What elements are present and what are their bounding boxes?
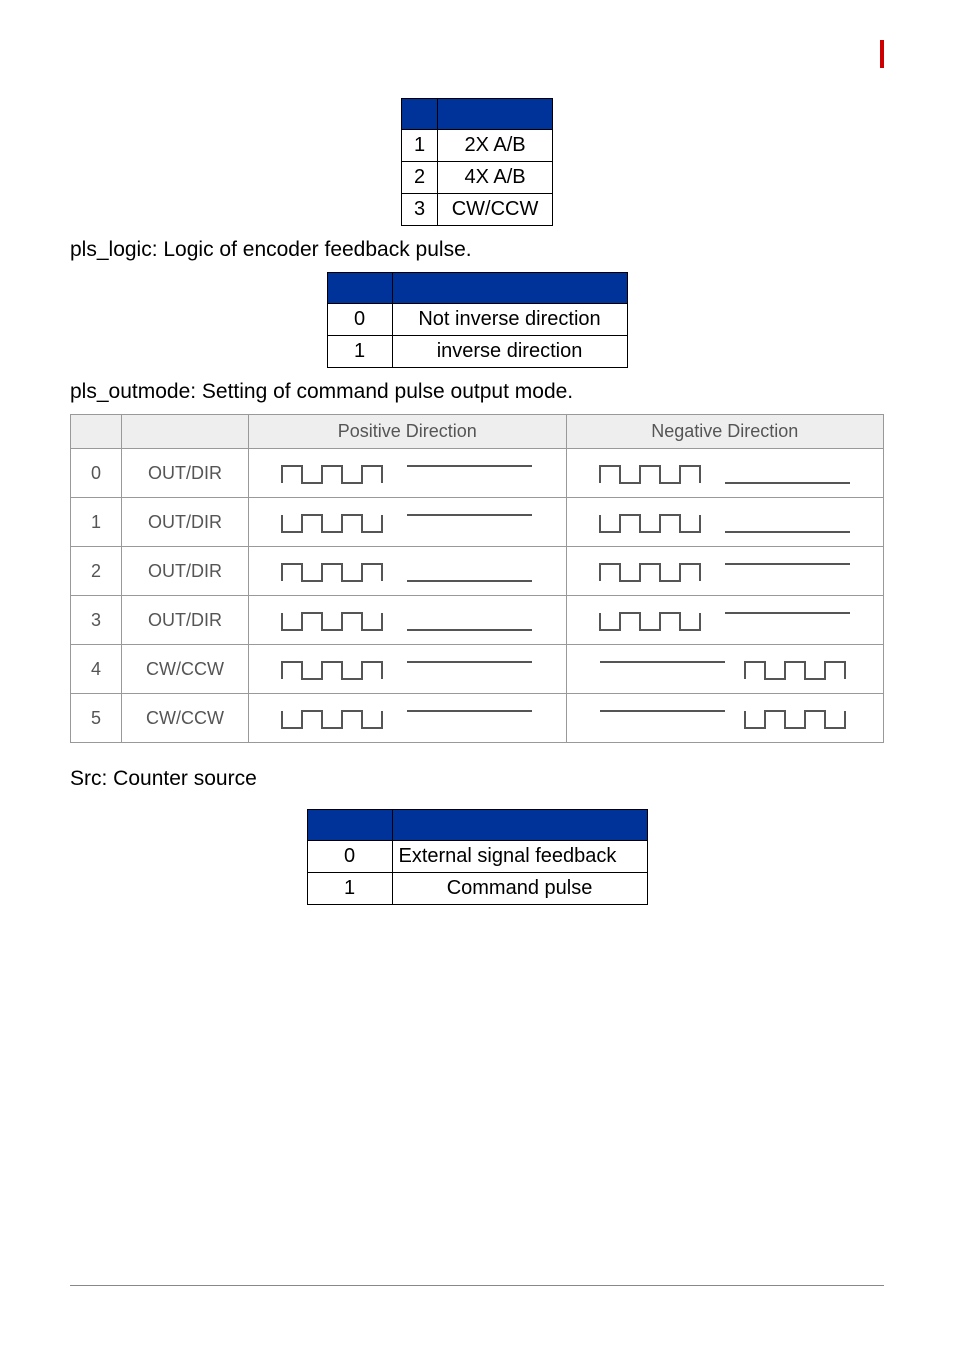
outmode-pos-wave (249, 645, 567, 694)
caption-src: Src: Counter source (70, 767, 884, 791)
cell-val: 1 (401, 130, 437, 162)
cell-val: 3 (401, 194, 437, 226)
table-row: 5 CW/CCW (71, 694, 884, 743)
outmode-mode: OUT/DIR (122, 547, 249, 596)
cell-desc: Command pulse (392, 873, 647, 905)
cell-val: 1 (327, 336, 392, 368)
cell-val: 0 (307, 841, 392, 873)
cell-desc: inverse direction (392, 336, 627, 368)
outmode-idx: 2 (71, 547, 122, 596)
outmode-neg-wave (566, 645, 884, 694)
table-row: 4 CW/CCW (71, 645, 884, 694)
table-row: 2 4X A/B (401, 162, 552, 194)
table-row: 1 inverse direction (327, 336, 627, 368)
outmode-idx: 5 (71, 694, 122, 743)
cell-desc: External signal feedback (392, 841, 647, 873)
cell-val: 1 (307, 873, 392, 905)
table-logic: 0 Not inverse direction 1 inverse direct… (327, 272, 628, 368)
outmode-neg-wave (566, 498, 884, 547)
outmode-pos-wave (249, 596, 567, 645)
header-accent (70, 40, 884, 68)
red-accent-bar (880, 40, 884, 68)
outmode-header-pos: Positive Direction (249, 415, 567, 449)
outmode-pos-wave (249, 498, 567, 547)
table-row: 1 OUT/DIR (71, 498, 884, 547)
outmode-neg-wave (566, 449, 884, 498)
outmode-header-blank2 (122, 415, 249, 449)
outmode-idx: 0 (71, 449, 122, 498)
outmode-pos-wave (249, 547, 567, 596)
table-row: 1 2X A/B (401, 130, 552, 162)
outmode-mode: OUT/DIR (122, 498, 249, 547)
outmode-idx: 4 (71, 645, 122, 694)
outmode-mode: CW/CCW (122, 645, 249, 694)
table-row: 0 OUT/DIR (71, 449, 884, 498)
outmode-mode: OUT/DIR (122, 449, 249, 498)
outmode-idx: 1 (71, 498, 122, 547)
table-row: 0 External signal feedback (307, 841, 647, 873)
table-src: 0 External signal feedback 1 Command pul… (307, 809, 648, 905)
outmode-pos-wave (249, 694, 567, 743)
outmode-neg-wave (566, 694, 884, 743)
table-inmode-partial: 1 2X A/B 2 4X A/B 3 CW/CCW (401, 98, 553, 226)
table-row: 3 OUT/DIR (71, 596, 884, 645)
footer-divider (70, 1285, 884, 1286)
outmode-neg-wave (566, 596, 884, 645)
outmode-neg-wave (566, 547, 884, 596)
outmode-header-neg: Negative Direction (566, 415, 884, 449)
cell-val: 0 (327, 304, 392, 336)
cell-desc: CW/CCW (438, 194, 553, 226)
table-row: 2 OUT/DIR (71, 547, 884, 596)
caption-logic: pls_logic: Logic of encoder feedback pul… (70, 238, 884, 262)
caption-outmode: pls_outmode: Setting of command pulse ou… (70, 380, 884, 404)
cell-desc: 2X A/B (438, 130, 553, 162)
outmode-idx: 3 (71, 596, 122, 645)
table-row: 3 CW/CCW (401, 194, 552, 226)
outmode-header-blank1 (71, 415, 122, 449)
table-row: 1 Command pulse (307, 873, 647, 905)
table-outmode: Positive Direction Negative Direction 0 … (70, 414, 884, 743)
outmode-mode: OUT/DIR (122, 596, 249, 645)
outmode-mode: CW/CCW (122, 694, 249, 743)
cell-desc: Not inverse direction (392, 304, 627, 336)
cell-val: 2 (401, 162, 437, 194)
cell-desc: 4X A/B (438, 162, 553, 194)
outmode-pos-wave (249, 449, 567, 498)
table-row: 0 Not inverse direction (327, 304, 627, 336)
